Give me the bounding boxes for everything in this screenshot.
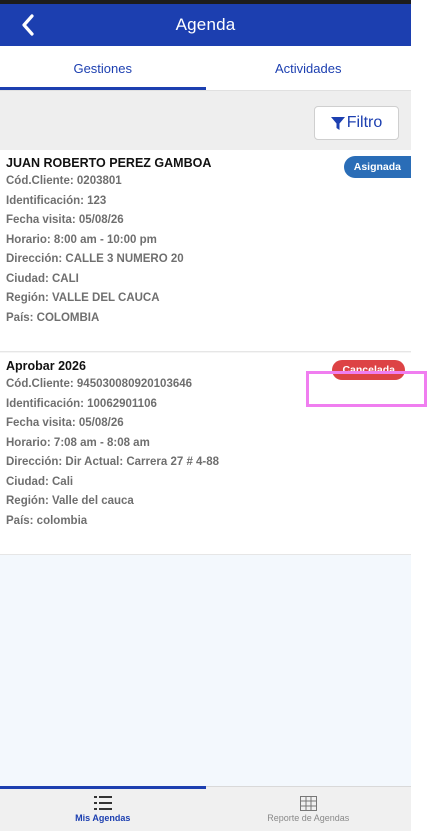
city: Ciudad: CALI — [6, 272, 79, 285]
app-screen: Agenda Gestiones Actividades Filtro JUAN… — [0, 0, 411, 831]
nav-mis-agendas[interactable]: Mis Agendas — [0, 786, 206, 831]
address: Dirección: CALLE 3 NUMERO 20 — [6, 253, 184, 265]
status-badge: Asignada — [343, 156, 411, 178]
region: Región: Valle del cauca — [6, 495, 134, 507]
agenda-card[interactable]: JUAN ROBERTO PEREZ GAMBOA Asignada Cód.C… — [0, 150, 411, 352]
back-button[interactable] — [14, 10, 42, 40]
empty-list-area — [0, 555, 411, 786]
tab-actividades[interactable]: Actividades — [206, 46, 412, 90]
agenda-card[interactable]: Aprobar 2026 Cancelada Cód.Cliente: 9450… — [0, 353, 411, 555]
app-header: Agenda — [0, 4, 411, 46]
country: País: colombia — [6, 514, 88, 527]
city: Ciudad: Cali — [6, 475, 74, 488]
country: País: COLOMBIA — [6, 311, 100, 324]
schedule: Horario: 8:00 am - 10:00 pm — [6, 233, 157, 246]
client-code: Cód.Cliente: 0203801 — [6, 175, 122, 187]
chevron-left-icon — [22, 14, 34, 36]
visit-date: Fecha visita: 05/08/26 — [6, 214, 124, 226]
identification: Identificación: 123 — [6, 194, 107, 207]
visit-date: Fecha visita: 05/08/26 — [6, 417, 124, 429]
schedule: Horario: 7:08 am - 8:08 am — [6, 436, 150, 449]
list-icon — [93, 796, 112, 810]
page-title: Agenda — [175, 15, 236, 34]
nav-label: Reporte de Agendas — [267, 812, 350, 823]
filter-label: Filtro — [346, 114, 383, 131]
filter-button[interactable]: Filtro — [314, 106, 399, 140]
tab-gestiones[interactable]: Gestiones — [0, 46, 206, 90]
filter-icon — [330, 116, 345, 130]
region: Región: VALLE DEL CAUCA — [6, 292, 160, 304]
tab-bar: Gestiones Actividades — [0, 46, 411, 90]
status-badge: Cancelada — [332, 360, 405, 380]
nav-label: Mis Agendas — [75, 813, 131, 823]
table-icon — [299, 795, 317, 811]
nav-reporte-agendas[interactable]: Reporte de Agendas — [206, 787, 412, 831]
identification: Identificación: 10062901106 — [6, 397, 157, 410]
bottom-nav: Mis Agendas Reporte de Agendas — [0, 786, 411, 831]
page-margin — [411, 0, 428, 831]
filter-bar: Filtro — [0, 91, 411, 150]
address: Dirección: Dir Actual: Carrera 27 # 4-88 — [6, 456, 220, 468]
